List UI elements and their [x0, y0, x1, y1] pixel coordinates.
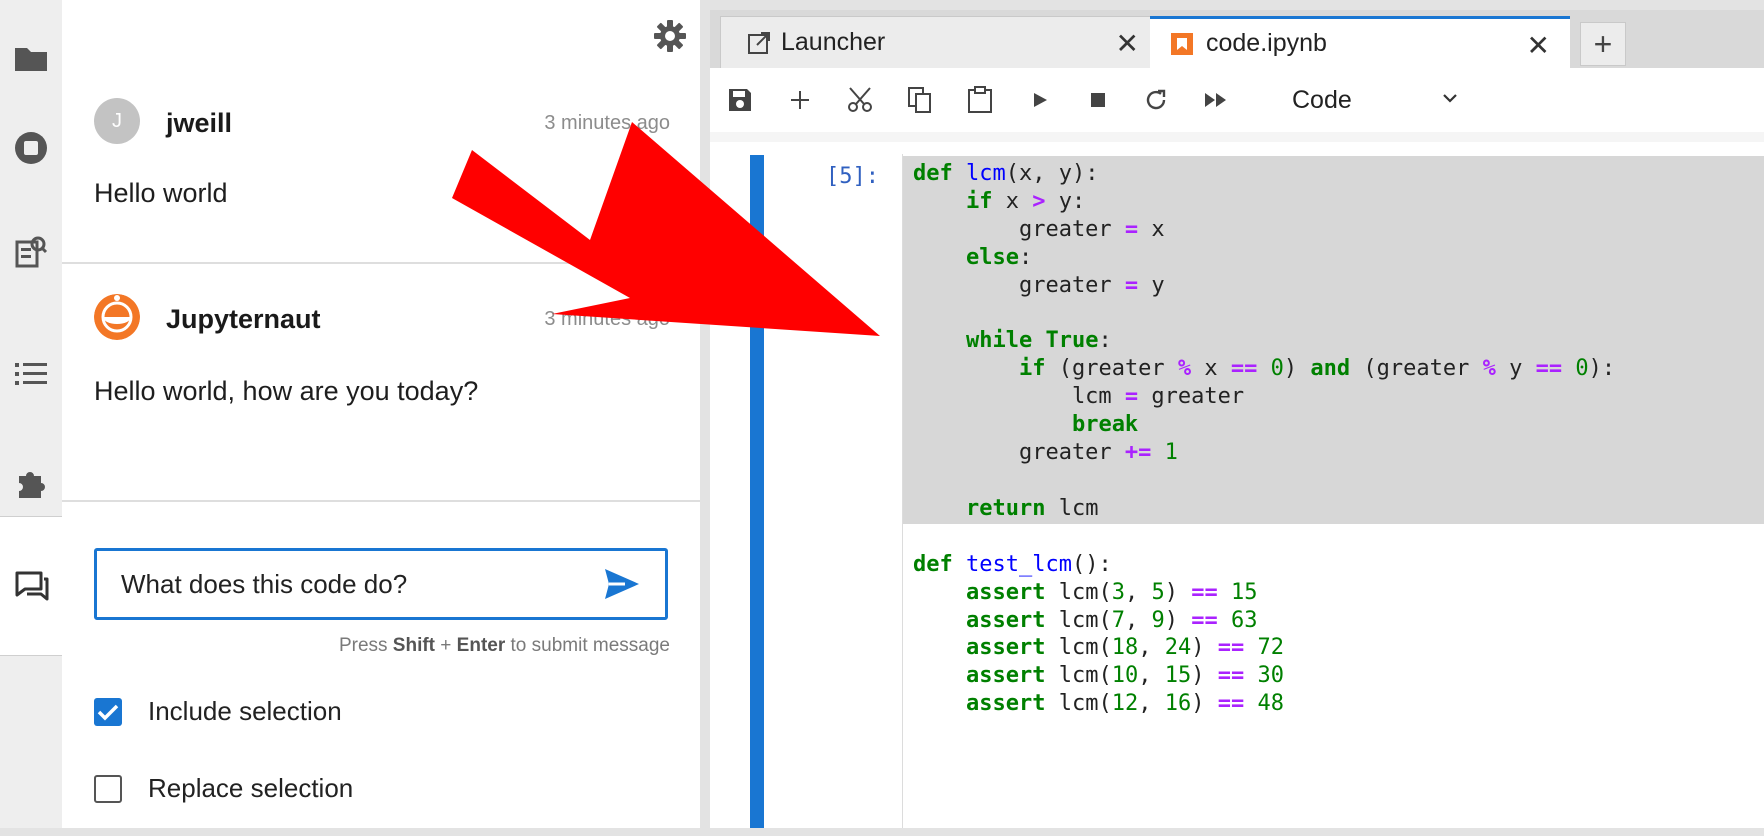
folder-icon: [15, 48, 47, 71]
replace-selection-checkbox[interactable]: [94, 774, 122, 803]
message-divider: [62, 262, 700, 264]
save-icon: [729, 89, 751, 111]
gear-icon[interactable]: [652, 18, 688, 54]
tab-launcher[interactable]: Launcher ✕: [720, 16, 1160, 68]
fast-forward-icon: [1205, 93, 1226, 107]
new-tab-button[interactable]: +: [1580, 22, 1626, 66]
running-sessions-tab[interactable]: [0, 120, 62, 176]
extension-manager-tab[interactable]: [0, 456, 62, 512]
check-icon: [97, 704, 119, 720]
include-selection-label: Include selection: [148, 696, 342, 726]
activity-bar: [0, 0, 63, 836]
chat-icon: [15, 571, 48, 601]
message-sender: Jupyternaut: [166, 304, 321, 334]
message-divider: [62, 500, 700, 502]
copy-icon: [908, 87, 931, 113]
tab-bar: Launcher ✕ code.ipynb ✕ +: [710, 10, 1764, 68]
chat-input[interactable]: [121, 565, 591, 603]
avatar: J: [94, 98, 140, 144]
hint-key-shift: Shift: [392, 635, 436, 656]
paste-icon: [968, 86, 992, 113]
restart-button[interactable]: [1140, 84, 1172, 116]
include-selection-checkbox[interactable]: [94, 697, 122, 726]
message-sender: jweill: [166, 108, 233, 138]
paste-button[interactable]: [964, 84, 996, 116]
chat-tab[interactable]: [0, 516, 63, 656]
property-inspector-icon: [15, 236, 48, 268]
toolbar-shadow: [710, 132, 1764, 142]
running-icon: [15, 132, 47, 164]
include-selection-option[interactable]: Include selection: [94, 696, 342, 727]
submit-hint: Press Shift + Enter to submit message: [339, 635, 670, 657]
status-strip: [0, 828, 1764, 836]
run-button[interactable]: [1024, 84, 1056, 116]
active-cell-indicator[interactable]: [750, 155, 764, 828]
chat-message: Jupyternaut 3 minutes ago Hello world, h…: [62, 294, 700, 494]
insert-cell-button[interactable]: [784, 84, 816, 116]
file-browser-tab[interactable]: [0, 30, 62, 86]
send-icon[interactable]: [603, 567, 641, 601]
jupyternaut-avatar: [94, 294, 140, 340]
launcher-icon: [748, 31, 770, 54]
hint-prefix: Press: [338, 635, 393, 656]
table-of-contents-tab[interactable]: [0, 346, 62, 402]
notebook-area: Launcher ✕ code.ipynb ✕ + Code [5]: def …: [710, 10, 1764, 828]
plus-icon: +: [1593, 25, 1613, 62]
tab-notebook[interactable]: code.ipynb ✕: [1150, 16, 1570, 68]
run-all-button[interactable]: [1200, 84, 1232, 116]
notebook-toolbar: Code: [710, 68, 1764, 133]
message-body: Hello world: [94, 178, 228, 208]
property-inspector-tab[interactable]: [0, 224, 62, 280]
replace-selection-label: Replace selection: [148, 773, 354, 803]
replace-selection-option[interactable]: Replace selection: [94, 773, 353, 804]
tab-label: Launcher: [781, 28, 886, 56]
hint-plus: +: [435, 635, 457, 656]
code-content[interactable]: def lcm(x, y): if x > y: greater = x els…: [913, 160, 1615, 718]
chat-message: J jweill 3 minutes ago Hello world: [62, 96, 700, 266]
save-button[interactable]: [724, 84, 756, 116]
hint-suffix: to submit message: [505, 635, 670, 656]
stop-icon: [1091, 93, 1105, 107]
cut-button[interactable]: [844, 84, 876, 116]
code-editor[interactable]: def lcm(x, y): if x > y: greater = x els…: [902, 154, 1764, 828]
interrupt-button[interactable]: [1082, 84, 1114, 116]
chat-panel: J jweill 3 minutes ago Hello world Jupyt…: [62, 0, 700, 828]
message-timestamp: 3 minutes ago: [544, 112, 670, 134]
chevron-down-icon[interactable]: [1440, 88, 1460, 108]
copy-button[interactable]: [904, 84, 936, 116]
notebook-icon: [1171, 32, 1193, 55]
tab-label: code.ipynb: [1206, 29, 1327, 57]
close-icon[interactable]: ✕: [1116, 27, 1139, 60]
hint-key-enter: Enter: [456, 635, 506, 656]
cell-prompt: [5]:: [826, 164, 879, 189]
close-icon[interactable]: ✕: [1527, 29, 1550, 62]
chat-input-box: [94, 548, 668, 620]
extension-icon: [19, 472, 45, 498]
scissors-icon: [848, 87, 872, 112]
toc-icon: [15, 363, 47, 385]
message-timestamp: 3 minutes ago: [544, 308, 670, 330]
refresh-icon: [1146, 89, 1166, 110]
plus-icon: [791, 91, 809, 109]
message-body: Hello world, how are you today?: [94, 376, 479, 406]
play-icon: [1034, 93, 1047, 107]
cell-type-select[interactable]: Code: [1292, 86, 1352, 115]
